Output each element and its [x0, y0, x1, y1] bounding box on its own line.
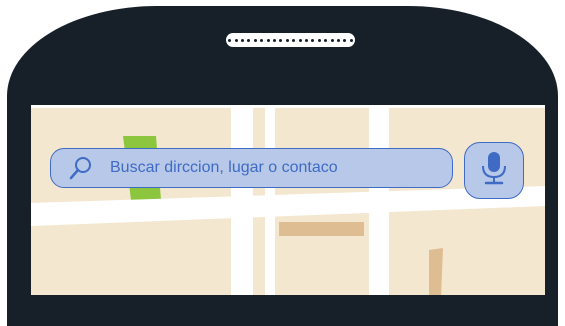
map-building-1: [279, 222, 364, 236]
search-icon: [67, 154, 95, 182]
voice-search-button[interactable]: [464, 142, 524, 199]
search-placeholder: Buscar dirccion, lugar o contaco: [110, 159, 338, 176]
search-bar[interactable]: Buscar dirccion, lugar o contaco: [50, 148, 453, 188]
phone-speaker-grille: [226, 33, 355, 47]
map-building-2: [429, 248, 443, 295]
microphone-icon: [480, 151, 508, 190]
map-view[interactable]: [31, 105, 545, 295]
map-graphic: [31, 108, 545, 295]
